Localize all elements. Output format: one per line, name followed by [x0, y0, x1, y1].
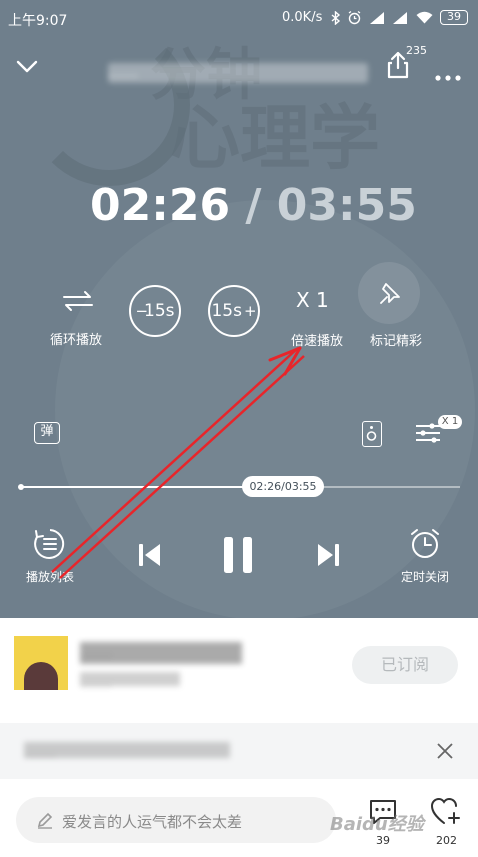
annotation-arrows: [51, 346, 305, 579]
album-name[interactable]: ……: [80, 642, 242, 664]
album-meta: ……: [80, 672, 180, 691]
watermark: Baidu经验: [330, 814, 424, 835]
comment-input[interactable]: 爱发言的人运气都不会太差: [16, 797, 336, 843]
notice-bar: ……: [0, 723, 478, 779]
close-icon[interactable]: [436, 742, 454, 760]
player-panel: 分钟 心理学 上午9:07 0.0K/s 39 …… 235 02:26 / 0…: [0, 0, 478, 618]
album-cover[interactable]: [14, 636, 68, 690]
like-count: 202: [436, 834, 457, 847]
like-button[interactable]: [430, 797, 462, 827]
pencil-icon: [37, 812, 53, 829]
heart-plus-icon: [430, 797, 460, 824]
subscribe-button[interactable]: 已订阅: [352, 646, 458, 684]
notice-text: ……: [24, 742, 230, 761]
comment-placeholder: 爱发言的人运气都不会太差: [62, 813, 243, 831]
